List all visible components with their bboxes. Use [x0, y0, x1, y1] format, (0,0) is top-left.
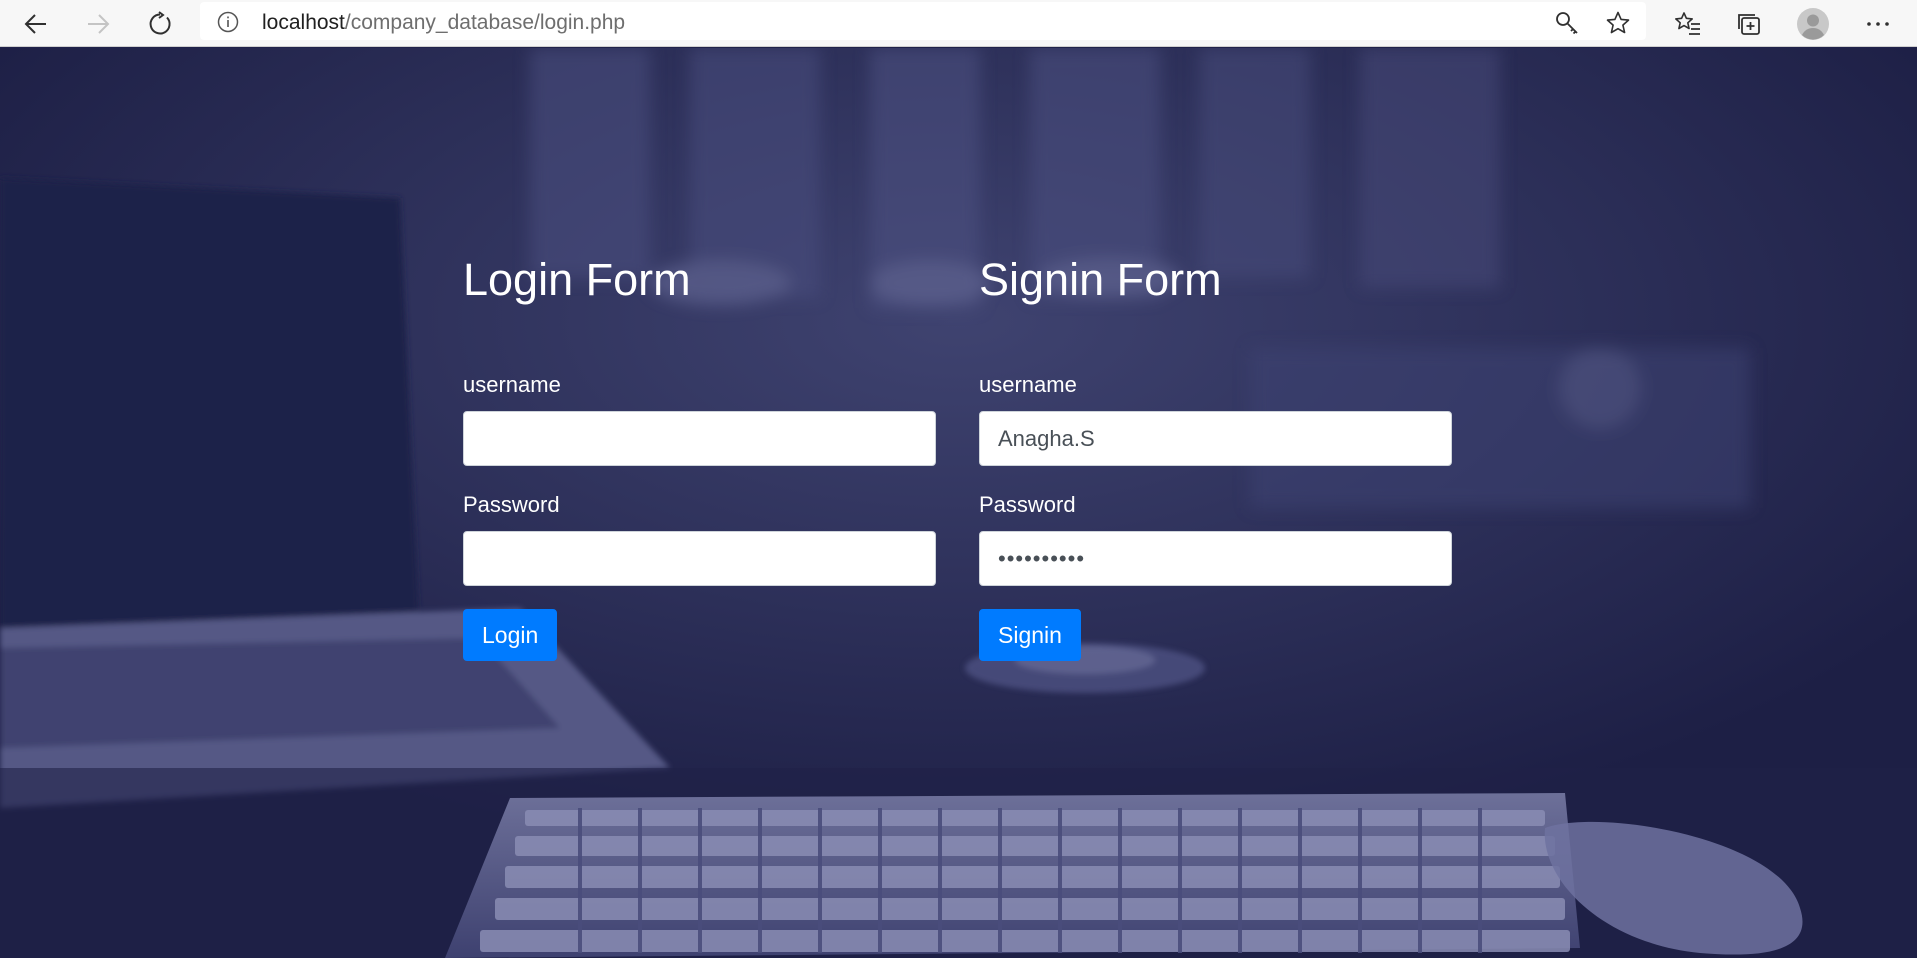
- refresh-button[interactable]: [140, 4, 180, 44]
- login-username-input[interactable]: [463, 411, 936, 466]
- login-form-title: Login Form: [463, 254, 691, 305]
- favorite-button[interactable]: [1603, 8, 1633, 38]
- refresh-icon: [149, 11, 171, 35]
- login-username-label: username: [463, 372, 561, 397]
- forward-arrow-icon: [88, 14, 110, 34]
- profile-button[interactable]: [1793, 4, 1833, 44]
- favorites-button[interactable]: [1668, 4, 1708, 44]
- url-path: /company_database/login.php: [344, 11, 626, 34]
- signin-username-input[interactable]: [979, 411, 1452, 466]
- desk-scene-graphic: [0, 48, 1917, 958]
- signin-password-label: Password: [979, 492, 1076, 517]
- signin-username-label: username: [979, 372, 1077, 397]
- login-password-input[interactable]: [463, 531, 936, 586]
- star-icon: [1606, 11, 1630, 34]
- signin-button[interactable]: Signin: [979, 609, 1081, 661]
- signin-password-input[interactable]: [979, 531, 1452, 586]
- back-arrow-icon: [24, 14, 46, 34]
- background-image: [0, 48, 1917, 958]
- browser-toolbar: localhost/company_database/login.php: [0, 0, 1917, 47]
- collections-button[interactable]: [1730, 4, 1770, 44]
- info-icon[interactable]: [216, 10, 240, 34]
- more-options-button[interactable]: [1858, 4, 1898, 44]
- url-text[interactable]: localhost/company_database/login.php: [262, 11, 625, 35]
- url-host: localhost: [262, 11, 345, 34]
- address-bar[interactable]: localhost/company_database/login.php: [200, 2, 1646, 40]
- favorites-list-icon: [1675, 12, 1700, 35]
- login-button[interactable]: Login: [463, 609, 558, 661]
- more-options-icon: [1867, 22, 1889, 26]
- collections-icon: [1738, 14, 1760, 35]
- back-button[interactable]: [16, 4, 56, 44]
- forward-button[interactable]: [78, 4, 118, 44]
- profile-avatar-icon: [1797, 8, 1829, 40]
- key-button[interactable]: [1552, 8, 1582, 38]
- signin-form-title: Signin Form: [979, 254, 1222, 305]
- login-password-label: Password: [463, 492, 560, 517]
- key-icon: [1556, 12, 1578, 35]
